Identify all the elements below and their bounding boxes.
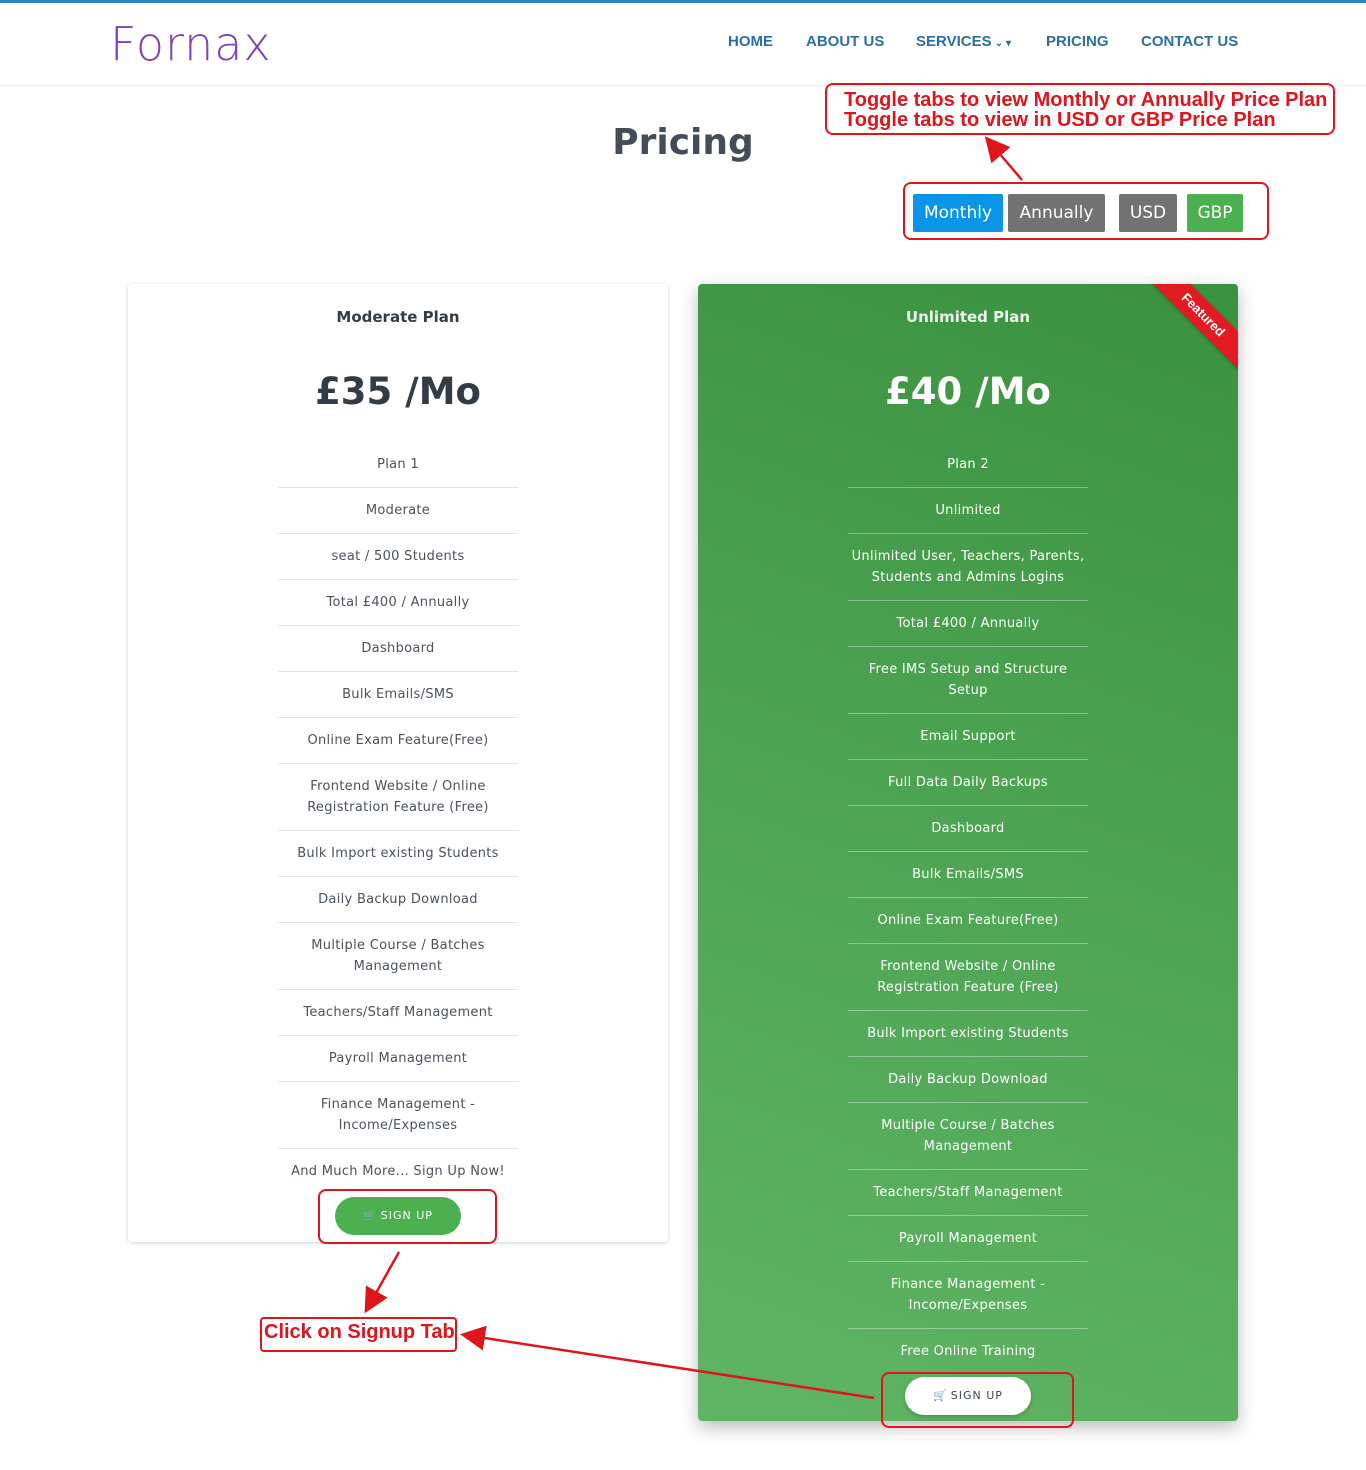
toggle-annotation-line1: Toggle tabs to view Monthly or Annually … — [844, 89, 1328, 111]
feature-item: Bulk Emails/SMS — [278, 672, 518, 718]
feature-item: Bulk Import existing Students — [278, 831, 518, 877]
feature-item: Daily Backup Download — [278, 877, 518, 923]
feature-item: Daily Backup Download — [848, 1057, 1088, 1103]
feature-item: Multiple Course / Batches Management — [848, 1103, 1088, 1170]
feature-item: Online Exam Feature(Free) — [278, 718, 518, 764]
feature-item: Finance Management - Income/Expenses — [278, 1082, 518, 1149]
feature-item: Unlimited — [848, 488, 1088, 534]
moderate-signup-highlight-box — [318, 1189, 497, 1244]
nav-contact-us[interactable]: CONTACT US — [1141, 33, 1238, 50]
caret-down-icon: ▾ — [1005, 38, 1012, 49]
unlimited-signup-highlight-box — [881, 1372, 1074, 1428]
featured-ribbon: Featured — [1148, 284, 1238, 374]
feature-list: Plan 1 Moderate seat / 500 Students Total £… — [278, 442, 518, 1194]
feature-item: Online Exam Feature(Free) — [848, 898, 1088, 944]
nav-about-us[interactable]: ABOUT US — [806, 33, 884, 50]
feature-item: Plan 1 — [278, 442, 518, 488]
toggle-highlight-box — [903, 182, 1269, 240]
feature-item: Unlimited User, Teachers, Parents, Stude… — [848, 534, 1088, 601]
feature-item: Bulk Import existing Students — [848, 1011, 1088, 1057]
feature-item: Finance Management - Income/Expenses — [848, 1262, 1088, 1329]
feature-item: Multiple Course / Batches Management — [278, 923, 518, 990]
feature-item: Teachers/Staff Management — [278, 990, 518, 1036]
feature-item: Bulk Emails/SMS — [848, 852, 1088, 898]
feature-item: Payroll Management — [848, 1216, 1088, 1262]
plan-name: Moderate Plan — [336, 308, 460, 326]
moderate-plan-card: Moderate Plan £35 /Mo Plan 1 Moderate seat… — [128, 284, 668, 1242]
plan-price: £40 /Mo — [885, 370, 1051, 413]
plan-price: £35 /Mo — [315, 370, 481, 413]
chevron-down-icon: ⌄ — [994, 38, 1003, 49]
feature-item: And Much More... Sign Up Now! — [291, 1164, 505, 1179]
feature-item: Email Support — [848, 714, 1088, 760]
moderate-signup-arrow — [364, 1251, 401, 1314]
featured-ribbon-label: Featured — [1148, 284, 1238, 371]
feature-item: Frontend Website / Online Registration F… — [848, 944, 1088, 1011]
logo[interactable]: Fornax — [110, 17, 272, 71]
unlimited-plan-card: Featured Unlimited Plan £40 /Mo Plan 2 Un… — [698, 284, 1238, 1421]
feature-item: Full Data Daily Backups — [848, 760, 1088, 806]
feature-item: Free IMS Setup and Structure Setup — [848, 647, 1088, 714]
feature-item: Teachers/Staff Management — [848, 1170, 1088, 1216]
nav-services[interactable]: SERVICES ⌄ ▾ — [916, 33, 1011, 50]
feature-item: Dashboard — [278, 626, 518, 672]
feature-item: Payroll Management — [278, 1036, 518, 1082]
feature-item: seat / 500 Students — [278, 534, 518, 580]
feature-list: Plan 2 Unlimited Unlimited User, Teachers,… — [848, 442, 1088, 1374]
feature-item: Free Online Training — [900, 1344, 1036, 1359]
feature-item: Frontend Website / Online Registration F… — [278, 764, 518, 831]
feature-item: Moderate — [278, 488, 518, 534]
nav-home[interactable]: HOME — [728, 33, 773, 50]
feature-item: Total £400 / Annually — [278, 580, 518, 626]
navbar: Fornax HOME ABOUT US SERVICES ⌄ ▾ PRICING … — [0, 3, 1366, 86]
signup-annotation-text: Click on Signup Tab — [264, 1321, 455, 1343]
nav-services-label: SERVICES — [916, 33, 992, 50]
plan-name: Unlimited Plan — [905, 308, 1031, 326]
nav-pricing[interactable]: PRICING — [1046, 33, 1109, 50]
feature-item: Total £400 / Annually — [848, 601, 1088, 647]
toggle-annotation-line2: Toggle tabs to view in USD or GBP Price … — [844, 109, 1276, 131]
feature-item: Dashboard — [848, 806, 1088, 852]
feature-item: Plan 2 — [848, 442, 1088, 488]
